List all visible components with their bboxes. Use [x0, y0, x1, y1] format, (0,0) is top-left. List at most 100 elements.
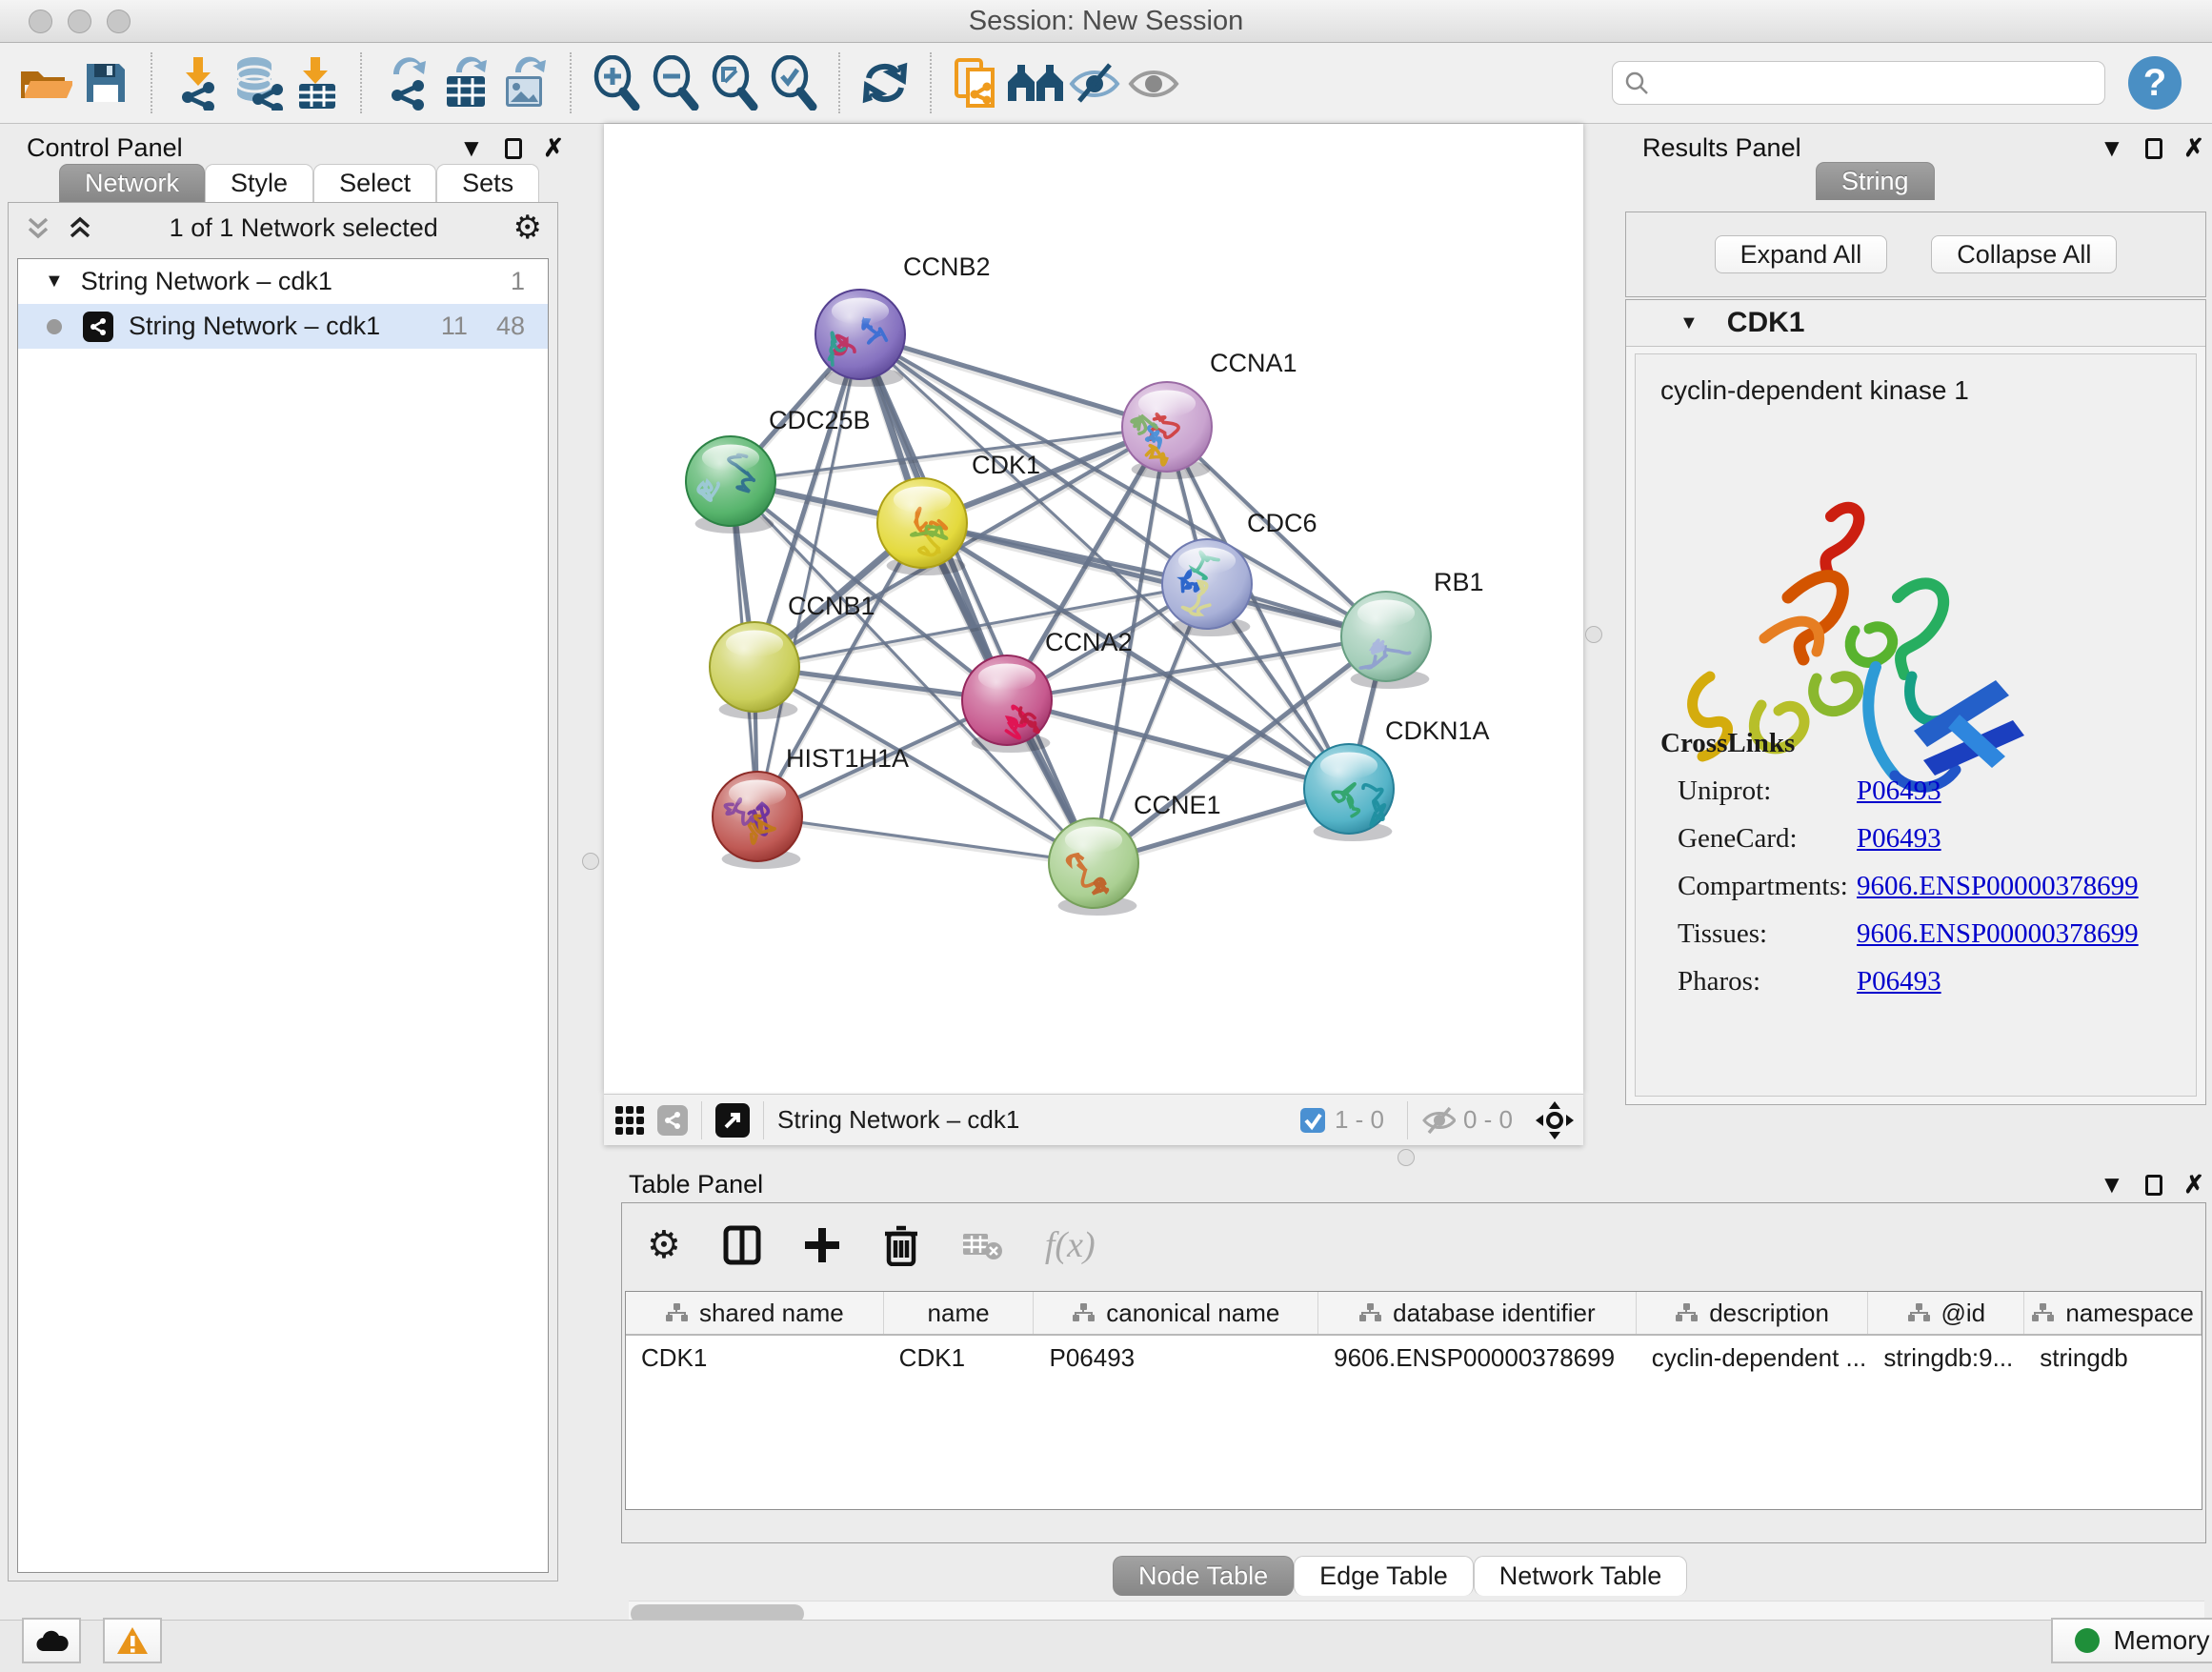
- open-session-icon[interactable]: [17, 53, 76, 112]
- node-label-HIST1H1A: HIST1H1A: [786, 744, 909, 773]
- network-edge-CCNB2-CCNE1[interactable]: [860, 334, 1094, 863]
- tab-edge-table[interactable]: Edge Table: [1294, 1556, 1474, 1596]
- hidden-node-edge-counts: 0 - 0: [1463, 1105, 1513, 1135]
- cell--id[interactable]: stringdb:9...: [1868, 1343, 2024, 1373]
- cloud-status-button[interactable]: [22, 1618, 81, 1663]
- new-network-from-selection-icon[interactable]: [947, 53, 1006, 112]
- zoom-selected-icon[interactable]: [764, 53, 823, 112]
- create-column-icon[interactable]: [803, 1226, 841, 1264]
- crosslink-link[interactable]: 9606.ENSP00000378699: [1857, 918, 2139, 950]
- network-canvas[interactable]: CCNB2CCNA1CDC25BCDK1CDC6RB1CCNB1CCNA2CDK…: [604, 124, 1583, 1094]
- detach-view-icon[interactable]: [715, 1103, 750, 1138]
- import-table-file-icon[interactable]: [286, 53, 345, 112]
- column-header-shared-name[interactable]: shared name: [626, 1292, 884, 1334]
- table-row[interactable]: CDK1CDK1P064939606.ENSP00000378699cyclin…: [626, 1336, 2202, 1380]
- column-header-namespace[interactable]: namespace: [2024, 1292, 2202, 1334]
- node-table: shared namenamecanonical namedatabase id…: [625, 1291, 2202, 1510]
- import-network-database-icon[interactable]: [227, 53, 286, 112]
- grid-view-icon[interactable]: [613, 1104, 646, 1137]
- expand-all-button[interactable]: Expand All: [1715, 235, 1888, 273]
- tab-style[interactable]: Style: [205, 164, 313, 202]
- zoom-in-icon[interactable]: [587, 53, 646, 112]
- network-collection-row[interactable]: ▼ String Network – cdk1 1: [18, 259, 548, 304]
- close-results-panel-icon[interactable]: ✗: [2183, 133, 2204, 163]
- memory-button[interactable]: Memory: [2051, 1618, 2212, 1663]
- column-header-description[interactable]: description: [1637, 1292, 1869, 1334]
- column-header-canonical-name[interactable]: canonical name: [1034, 1292, 1318, 1334]
- crosslink-link[interactable]: 9606.ENSP00000378699: [1857, 871, 2139, 902]
- warning-status-button[interactable]: [103, 1618, 162, 1663]
- zoom-window-button[interactable]: [107, 10, 131, 33]
- splitter-handle-left[interactable]: [582, 853, 599, 870]
- crosslink-link[interactable]: P06493: [1857, 966, 1941, 997]
- network-node-RB1[interactable]: RB1: [1341, 568, 1484, 689]
- tab-node-table[interactable]: Node Table: [1113, 1556, 1294, 1596]
- results-panel-title: Results Panel: [1642, 133, 1801, 163]
- close-window-button[interactable]: [29, 10, 52, 33]
- crosslinks-title: CrossLinks: [1660, 728, 2139, 759]
- splitter-handle-bottom[interactable]: [1398, 1149, 1415, 1166]
- hidden-eye-icon[interactable]: [1421, 1106, 1456, 1135]
- close-panel-icon[interactable]: ✗: [543, 133, 564, 163]
- control-panel-title: Control Panel: [27, 133, 183, 163]
- save-session-icon[interactable]: [76, 53, 135, 112]
- cell-name[interactable]: CDK1: [884, 1343, 1035, 1373]
- tab-network-table[interactable]: Network Table: [1474, 1556, 1688, 1596]
- tab-network[interactable]: Network: [59, 164, 205, 202]
- export-table-icon[interactable]: [436, 53, 495, 112]
- float-results-panel-icon[interactable]: ▼: [2100, 133, 2124, 163]
- cell-description[interactable]: cyclin-dependent ...: [1637, 1343, 1869, 1373]
- show-all-icon[interactable]: [1124, 53, 1183, 112]
- collapse-all-button[interactable]: Collapse All: [1931, 235, 2117, 273]
- zoom-out-icon[interactable]: [646, 53, 705, 112]
- table-panel-title: Table Panel: [629, 1170, 763, 1199]
- hide-selection-icon[interactable]: [1065, 53, 1124, 112]
- float-panel-icon[interactable]: ▼: [459, 133, 484, 163]
- first-neighbors-icon[interactable]: [1006, 53, 1065, 112]
- table-options-gear-icon[interactable]: ⚙: [647, 1223, 681, 1267]
- network-options-gear-icon[interactable]: ⚙: [513, 209, 542, 247]
- cell-shared-name[interactable]: CDK1: [626, 1343, 884, 1373]
- network-row[interactable]: String Network – cdk1 11 48: [18, 304, 548, 349]
- network-node-HIST1H1A[interactable]: HIST1H1A: [713, 744, 909, 869]
- column-header--id[interactable]: @id: [1868, 1292, 2024, 1334]
- network-node-CCNA1[interactable]: CCNA1: [1122, 349, 1297, 479]
- crosslink-link[interactable]: P06493: [1857, 776, 1941, 807]
- splitter-handle-right[interactable]: [1585, 626, 1602, 643]
- import-network-file-icon[interactable]: [168, 53, 227, 112]
- column-header-database-identifier[interactable]: database identifier: [1318, 1292, 1637, 1334]
- network-node-CDKN1A[interactable]: CDKN1A: [1304, 716, 1490, 841]
- column-header-name[interactable]: name: [884, 1292, 1035, 1334]
- zoom-fit-icon[interactable]: [705, 53, 764, 112]
- float-table-panel-icon[interactable]: ▼: [2100, 1170, 2124, 1199]
- cell-canonical-name[interactable]: P06493: [1034, 1343, 1318, 1373]
- tab-string[interactable]: String: [1816, 162, 1935, 200]
- delete-column-icon[interactable]: [883, 1224, 919, 1266]
- minimize-window-button[interactable]: [68, 10, 91, 33]
- show-columns-icon[interactable]: [723, 1224, 761, 1266]
- close-table-panel-icon[interactable]: ✗: [2183, 1170, 2204, 1199]
- column-network-icon: [665, 1302, 688, 1323]
- crosslink-link[interactable]: P06493: [1857, 823, 1941, 855]
- tab-sets[interactable]: Sets: [436, 164, 539, 202]
- tab-select[interactable]: Select: [313, 164, 436, 202]
- collection-caret-icon[interactable]: ▼: [45, 271, 64, 292]
- collapse-all-networks-icon[interactable]: [24, 213, 52, 242]
- maximize-panel-icon[interactable]: [505, 138, 522, 159]
- network-edge-HIST1H1A-CCNE1[interactable]: [757, 816, 1094, 863]
- export-network-icon[interactable]: [377, 53, 436, 112]
- cell-database-identifier[interactable]: 9606.ENSP00000378699: [1318, 1343, 1637, 1373]
- search-input[interactable]: [1659, 68, 2093, 99]
- maximize-results-panel-icon[interactable]: [2145, 138, 2162, 159]
- entry-caret-icon[interactable]: ▼: [1679, 312, 1699, 334]
- cell-namespace[interactable]: stringdb: [2024, 1343, 2202, 1373]
- update-network-icon[interactable]: [855, 53, 915, 112]
- fit-content-crosshair-icon[interactable]: [1536, 1101, 1574, 1139]
- crosslink-label: Compartments:: [1660, 871, 1857, 902]
- export-image-icon[interactable]: [495, 53, 554, 112]
- selected-checkbox-icon[interactable]: [1298, 1106, 1327, 1135]
- help-button[interactable]: ?: [2128, 56, 2182, 110]
- network-node-CCNE1[interactable]: CCNE1: [1049, 791, 1221, 916]
- expand-all-networks-icon[interactable]: [66, 213, 94, 242]
- maximize-table-panel-icon[interactable]: [2145, 1175, 2162, 1196]
